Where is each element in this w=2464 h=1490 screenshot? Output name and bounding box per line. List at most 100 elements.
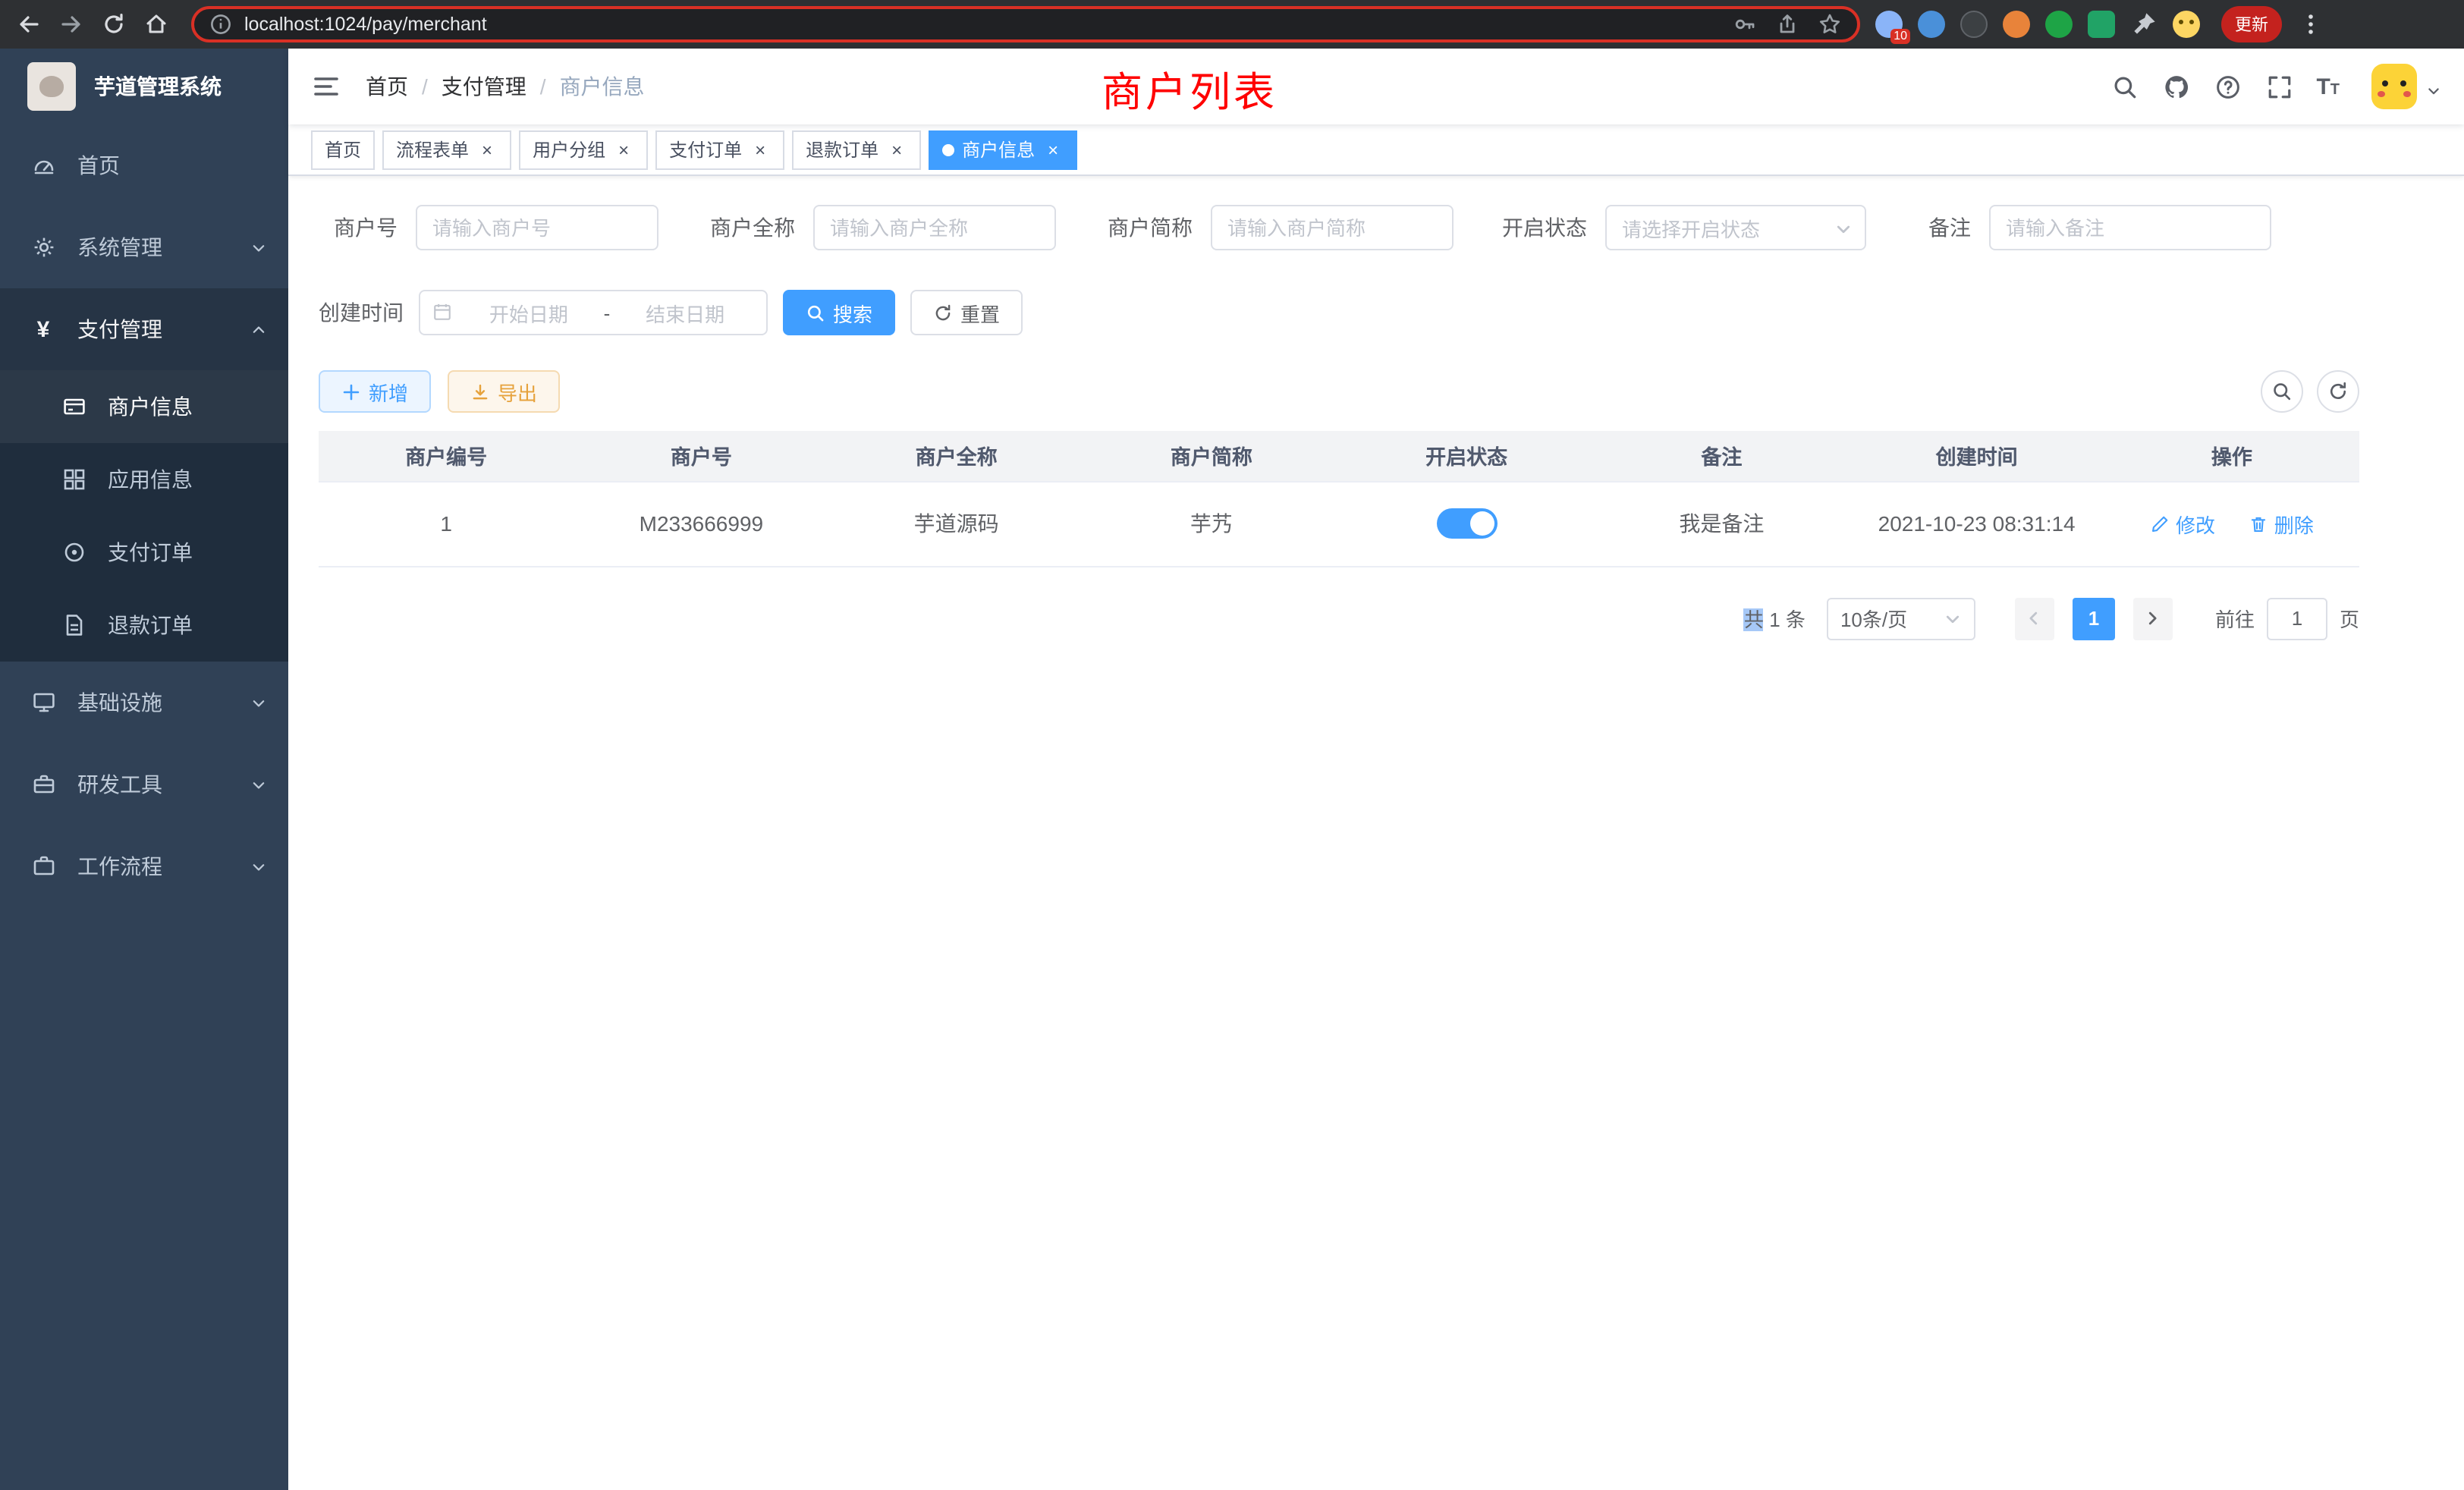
address-bar[interactable]: localhost:1024/pay/merchant (191, 6, 1860, 42)
app-logo[interactable]: 芋道管理系统 (0, 49, 288, 124)
add-button[interactable]: 新增 (319, 370, 431, 413)
close-icon[interactable] (750, 139, 771, 160)
tag-home[interactable]: 首页 (311, 130, 375, 169)
create-time-range-picker[interactable]: 开始日期 - 结束日期 (419, 290, 768, 335)
extension-icon-5[interactable] (2045, 11, 2073, 38)
export-button[interactable]: 导出 (448, 370, 560, 413)
app-title: 芋道管理系统 (94, 71, 222, 102)
table-row: 1 M233666999 芋道源码 芋艿 我是备注 2021-10-23 08:… (319, 481, 2359, 566)
sidebar-item-home[interactable]: 首页 (0, 124, 288, 206)
col-merchant-id: 商户编号 (319, 431, 574, 481)
sidebar-item-label: 应用信息 (108, 464, 193, 495)
sidebar-item-merchant-info[interactable]: 商户信息 (0, 370, 288, 443)
reload-icon[interactable] (100, 11, 127, 38)
sidebar-item-system[interactable]: 系统管理 (0, 206, 288, 288)
toggle-search-icon[interactable] (2261, 370, 2303, 413)
short-name-input[interactable] (1211, 205, 1454, 250)
status-toggle[interactable] (1436, 508, 1497, 539)
sidebar-item-refund-order[interactable]: 退款订单 (0, 589, 288, 662)
bookmark-star-icon[interactable] (1818, 12, 1842, 36)
share-icon[interactable] (1775, 12, 1799, 36)
tags-view: 首页 流程表单 用户分组 支付订单 退款订单 商户信息 (288, 124, 2464, 176)
cell-actions: 修改 删除 (2104, 481, 2359, 566)
tag-pay-order[interactable]: 支付订单 (655, 130, 784, 169)
filter-form-row-1: 商户号 商户全称 商户简称 开启状态 (319, 205, 2359, 250)
user-avatar-menu[interactable] (2371, 64, 2441, 109)
search-icon[interactable] (2110, 72, 2139, 101)
goto-page-input[interactable] (2267, 597, 2327, 640)
status-select[interactable]: 请选择开启状态 (1605, 205, 1866, 250)
forward-icon[interactable] (58, 11, 85, 38)
yen-icon: ¥ (30, 316, 56, 342)
sidebar-toggle-icon[interactable] (311, 71, 341, 102)
prev-page-icon[interactable] (2015, 597, 2054, 640)
help-icon[interactable] (2213, 72, 2242, 101)
chevron-up-icon (249, 320, 267, 338)
breadcrumb-payment[interactable]: 支付管理 (442, 71, 526, 102)
pinned-extension-icon[interactable] (2130, 11, 2158, 38)
close-icon[interactable] (613, 139, 634, 160)
merchant-no-input[interactable] (416, 205, 658, 250)
back-icon[interactable] (15, 11, 42, 38)
font-size-icon[interactable]: TT (2316, 74, 2340, 99)
tag-merchant-info[interactable]: 商户信息 (929, 130, 1077, 169)
start-date-placeholder: 开始日期 (460, 298, 598, 327)
cell-create-time: 2021-10-23 08:31:14 (1850, 481, 2104, 566)
search-button[interactable]: 搜索 (783, 290, 895, 335)
full-name-input[interactable] (813, 205, 1056, 250)
short-name-label: 商户简称 (1091, 212, 1211, 243)
chevron-down-icon (249, 775, 267, 794)
site-info-icon[interactable] (209, 13, 232, 36)
sidebar-item-workflow[interactable]: 工作流程 (0, 825, 288, 907)
close-icon[interactable] (1042, 139, 1064, 160)
col-short-name: 商户简称 (1084, 431, 1339, 481)
close-icon[interactable] (476, 139, 498, 160)
chevron-down-icon (2426, 79, 2441, 94)
browser-update-button[interactable]: 更新 (2221, 6, 2282, 42)
browser-toolbar: localhost:1024/pay/merchant 10 更新 (0, 0, 2464, 49)
sidebar-item-pay-order[interactable]: 支付订单 (0, 516, 288, 589)
tag-refund-order[interactable]: 退款订单 (792, 130, 921, 169)
extension-icon-6[interactable] (2088, 11, 2115, 38)
github-icon[interactable] (2161, 72, 2190, 101)
sidebar-item-label: 商户信息 (108, 391, 193, 422)
profile-avatar-icon[interactable] (2173, 11, 2200, 38)
remark-input[interactable] (1989, 205, 2271, 250)
sidebar-item-payment[interactable]: ¥ 支付管理 (0, 288, 288, 370)
page-size-select[interactable]: 10条/页 (1827, 597, 1975, 640)
gear-icon (30, 234, 56, 260)
merchant-table: 商户编号 商户号 商户全称 商户简称 开启状态 备注 创建时间 操作 (319, 431, 2359, 567)
browser-menu-icon[interactable] (2297, 11, 2324, 38)
breadcrumb-home[interactable]: 首页 (366, 71, 408, 102)
password-key-icon[interactable] (1733, 12, 1757, 36)
grid-icon (61, 467, 86, 492)
col-remark: 备注 (1594, 431, 1849, 481)
sidebar-item-infrastructure[interactable]: 基础设施 (0, 662, 288, 743)
reset-button[interactable]: 重置 (910, 290, 1023, 335)
end-date-placeholder: 结束日期 (616, 298, 754, 327)
logo-image (27, 62, 76, 111)
extension-icon-3[interactable] (1960, 11, 1988, 38)
sidebar-item-app-info[interactable]: 应用信息 (0, 443, 288, 516)
refresh-icon[interactable] (2317, 370, 2359, 413)
extension-icon-1[interactable]: 10 (1875, 11, 1903, 38)
edit-link[interactable]: 修改 (2150, 509, 2215, 538)
extension-icon-2[interactable] (1918, 11, 1945, 38)
fullscreen-icon[interactable] (2264, 72, 2293, 101)
tag-process-form[interactable]: 流程表单 (382, 130, 511, 169)
sidebar-item-dev-tools[interactable]: 研发工具 (0, 743, 288, 825)
breadcrumb: 首页 支付管理 商户信息 (366, 71, 645, 102)
next-page-icon[interactable] (2133, 597, 2173, 640)
tag-user-group[interactable]: 用户分组 (519, 130, 648, 169)
home-icon[interactable] (143, 11, 170, 38)
delete-link[interactable]: 删除 (2249, 509, 2314, 538)
monitor-icon (30, 690, 56, 715)
sidebar-item-label: 支付订单 (108, 537, 193, 567)
screen: localhost:1024/pay/merchant 10 更新 芋道管理系统 (0, 0, 2464, 1490)
col-actions: 操作 (2104, 431, 2359, 481)
close-icon[interactable] (886, 139, 907, 160)
extension-icon-4[interactable] (2003, 11, 2030, 38)
page-number-button[interactable]: 1 (2073, 597, 2115, 640)
merchant-no-label: 商户号 (319, 212, 416, 243)
range-separator: - (604, 301, 611, 324)
